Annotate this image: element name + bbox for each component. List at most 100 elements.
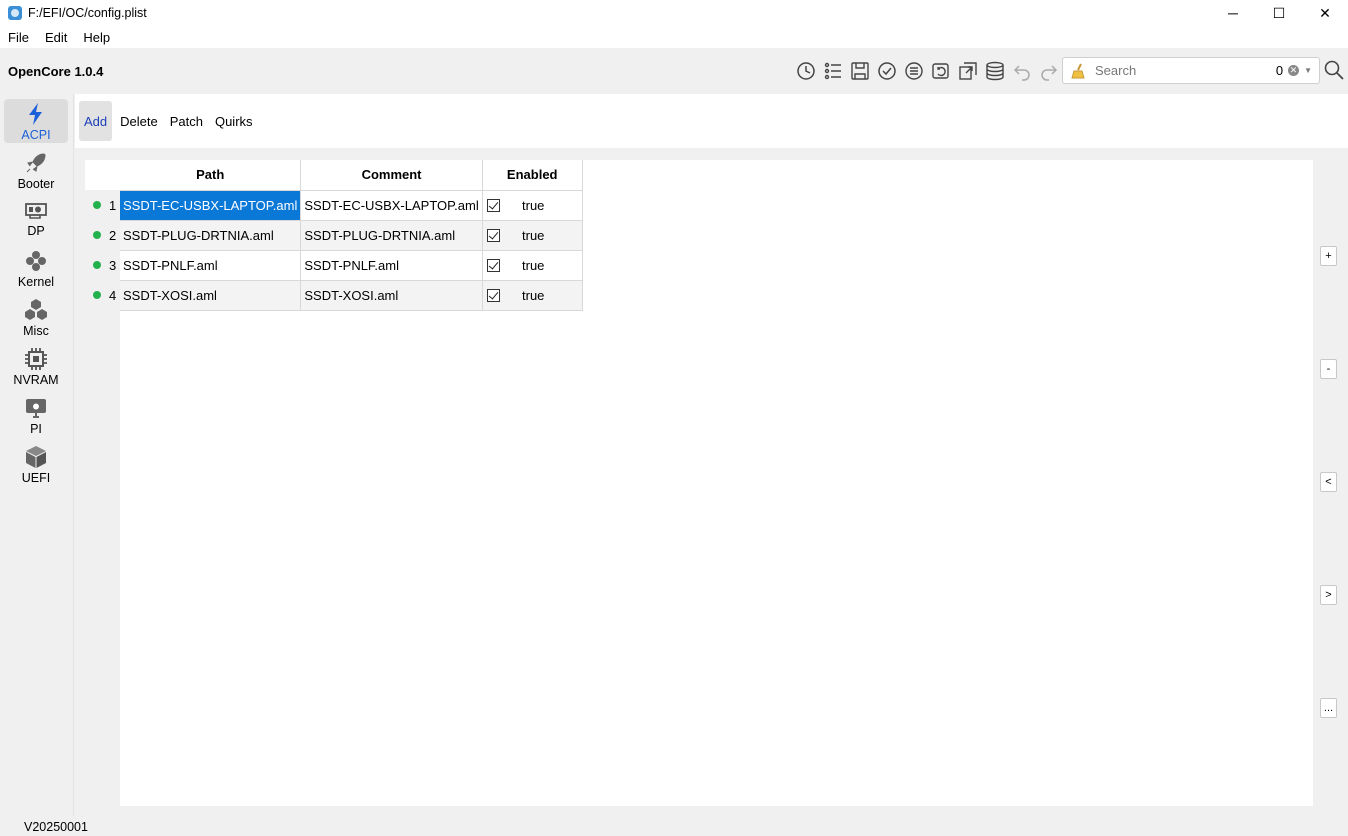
path-cell[interactable]: SSDT-PLUG-DRTNIA.aml — [120, 220, 302, 251]
remove-row-button[interactable]: - — [1320, 359, 1337, 379]
save-icon[interactable] — [846, 58, 873, 84]
sidebar-item-pi[interactable]: PI — [4, 393, 68, 437]
comment-cell[interactable]: SSDT-XOSI.aml — [300, 280, 483, 311]
sidebar-item-kernel[interactable]: Kernel — [4, 246, 68, 290]
row-header-1[interactable]: 1 — [85, 190, 120, 220]
column-header-enabled[interactable]: Enabled — [482, 160, 583, 191]
search-input[interactable] — [1095, 63, 1275, 78]
table-row: SSDT-XOSI.aml SSDT-XOSI.aml true — [120, 280, 583, 311]
sidebar-item-uefi[interactable]: UEFI — [4, 442, 68, 486]
enabled-cell[interactable]: true — [482, 190, 583, 221]
column-header-comment[interactable]: Comment — [300, 160, 483, 191]
row-header-3[interactable]: 3 — [85, 250, 120, 280]
window-controls: ─ ☐ ✕ — [1210, 0, 1348, 26]
enabled-cell[interactable]: true — [482, 220, 583, 251]
graphics-card-icon — [25, 203, 47, 219]
box-icon — [26, 446, 46, 468]
enabled-value: true — [522, 257, 545, 273]
comment-cell[interactable]: SSDT-PLUG-DRTNIA.aml — [300, 220, 483, 251]
search-count: 0 — [1275, 63, 1284, 78]
tab-delete[interactable]: Delete — [116, 101, 162, 141]
row-header-4[interactable]: 4 — [85, 280, 120, 310]
minimize-button[interactable]: ─ — [1210, 0, 1256, 26]
enabled-checkbox[interactable] — [486, 258, 500, 272]
sidebar-item-label: ACPI — [21, 128, 51, 142]
chip-icon — [25, 348, 47, 370]
tab-add[interactable]: Add — [79, 101, 113, 141]
next-button[interactable]: > — [1320, 585, 1337, 605]
row-header-2[interactable]: 2 — [85, 220, 120, 250]
lightning-icon — [29, 103, 42, 125]
status-dot — [93, 291, 101, 299]
table-row: SSDT-PLUG-DRTNIA.aml SSDT-PLUG-DRTNIA.am… — [120, 220, 583, 251]
row-number: 1 — [109, 197, 117, 213]
row-number: 2 — [109, 227, 117, 243]
add-row-button[interactable]: + — [1320, 246, 1337, 266]
status-dot — [93, 201, 101, 209]
sidebar-item-acpi[interactable]: ACPI — [4, 99, 68, 143]
sidebar-item-dp[interactable]: DP — [4, 195, 68, 239]
row-number: 4 — [109, 287, 117, 303]
sidebar-item-nvram[interactable]: NVRAM — [4, 344, 68, 388]
status-dot — [93, 261, 101, 269]
sidebar-item-label: UEFI — [21, 471, 51, 485]
status-bar: V20250001 — [0, 816, 1348, 836]
sidebar-item-label: PI — [30, 422, 42, 436]
enabled-value: true — [522, 227, 545, 243]
column-header-path[interactable]: Path — [120, 160, 302, 191]
comment-cell[interactable]: SSDT-EC-USBX-LAPTOP.aml — [300, 190, 483, 221]
enabled-cell[interactable]: true — [482, 250, 583, 281]
sidebar: ACPI Booter DP Kernel Misc NVRAM PI UEFI — [0, 94, 74, 816]
check-icon[interactable] — [873, 58, 900, 84]
table-row: SSDT-EC-USBX-LAPTOP.aml SSDT-EC-USBX-LAP… — [120, 190, 583, 221]
sidebar-item-booter[interactable]: Booter — [4, 148, 68, 192]
path-cell[interactable]: SSDT-EC-USBX-LAPTOP.aml — [120, 190, 302, 221]
search-icon[interactable] — [1324, 60, 1344, 80]
chevron-down-icon[interactable]: ▼ — [1304, 66, 1312, 75]
content-area: 1 2 3 4 Path Comment Enabled SSDT-EC-USB… — [75, 148, 1348, 816]
more-button[interactable]: ... — [1320, 698, 1337, 718]
close-button[interactable]: ✕ — [1302, 0, 1348, 26]
sidebar-item-label: Kernel — [17, 275, 55, 289]
enabled-checkbox[interactable] — [486, 228, 500, 242]
menu-help[interactable]: Help — [75, 30, 118, 45]
table-row: SSDT-PNLF.aml SSDT-PNLF.aml true — [120, 250, 583, 281]
title-bar: F:/EFI/OC/config.plist ─ ☐ ✕ — [0, 0, 1348, 26]
database-icon[interactable] — [981, 58, 1008, 84]
menu-file[interactable]: File — [0, 30, 37, 45]
status-dot — [93, 231, 101, 239]
data-table: Path Comment Enabled SSDT-EC-USBX-LAPTOP… — [120, 160, 583, 311]
path-cell[interactable]: SSDT-XOSI.aml — [120, 280, 302, 311]
sync-icon[interactable] — [927, 58, 954, 84]
sidebar-item-label: DP — [27, 224, 45, 238]
menu-edit[interactable]: Edit — [37, 30, 75, 45]
list-check-icon[interactable] — [900, 58, 927, 84]
path-cell[interactable]: SSDT-PNLF.aml — [120, 250, 302, 281]
broom-icon[interactable] — [1071, 63, 1087, 79]
enabled-value: true — [522, 197, 545, 213]
enabled-cell[interactable]: true — [482, 280, 583, 311]
history-icon[interactable] — [792, 58, 819, 84]
redo-icon[interactable] — [1035, 58, 1062, 84]
search-box: 0 ✕ ▼ — [1062, 57, 1320, 84]
sidebar-item-misc[interactable]: Misc — [4, 295, 68, 339]
enabled-checkbox[interactable] — [486, 198, 500, 212]
rocket-icon — [26, 153, 46, 173]
row-header: 1 2 3 4 — [85, 160, 120, 806]
sidebar-item-label: NVRAM — [13, 373, 59, 387]
cubes-icon — [25, 299, 47, 320]
comment-cell[interactable]: SSDT-PNLF.aml — [300, 250, 483, 281]
enabled-checkbox[interactable] — [486, 288, 500, 302]
prev-button[interactable]: < — [1320, 472, 1337, 492]
export-icon[interactable] — [954, 58, 981, 84]
list-icon[interactable] — [819, 58, 846, 84]
version-label: V20250001 — [24, 820, 88, 834]
maximize-button[interactable]: ☐ — [1256, 0, 1302, 26]
clear-icon[interactable]: ✕ — [1288, 65, 1300, 76]
toolbar-icons — [792, 58, 1062, 84]
app-icon — [8, 6, 22, 20]
undo-icon[interactable] — [1008, 58, 1035, 84]
menu-bar: File Edit Help — [0, 26, 1348, 48]
tab-quirks[interactable]: Quirks — [211, 101, 257, 141]
tab-patch[interactable]: Patch — [166, 101, 207, 141]
